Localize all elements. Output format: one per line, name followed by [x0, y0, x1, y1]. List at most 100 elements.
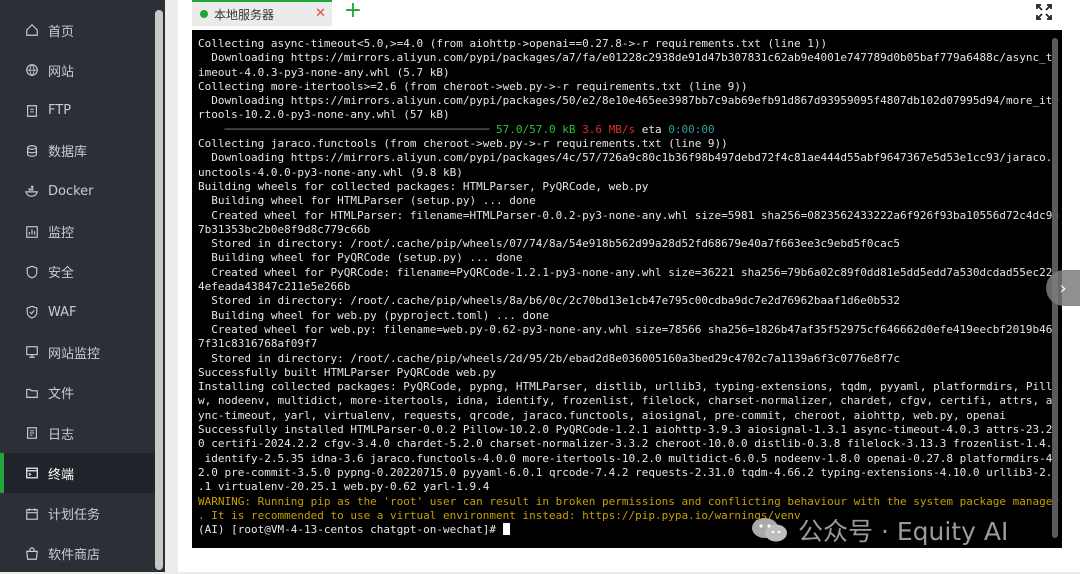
sidebar-item-folder[interactable]: 文件 [0, 373, 155, 413]
output-text: Downloading https://mirrors.aliyun.com/p… [198, 51, 1053, 65]
terminal-line: 7b31353bc2b0e8f9d8c779c66b [198, 223, 1044, 237]
sidebar-item-database[interactable]: 数据库 [0, 131, 155, 171]
output-text: 7f31c8316768af09f7 [198, 337, 318, 351]
terminal-line: Installing collected packages: PyQRCode,… [198, 380, 1059, 394]
sidebar-item-docker[interactable]: Docker [0, 171, 155, 211]
fullscreen-icon[interactable] [1034, 2, 1054, 22]
output-text: Downloading https://mirrors.aliyun.com/p… [198, 151, 1059, 165]
sidebar-item-label: 网站 [48, 64, 75, 80]
shield-icon [24, 264, 40, 280]
progress-size: 57.0/57.0 kB [496, 122, 576, 136]
tab-bar: 本地服务器 ✕ + [192, 0, 1064, 28]
docker-icon [24, 183, 40, 199]
progress-eta-label: eta [641, 122, 662, 136]
terminal-line: 0 certifi-2024.2.2 cfgv-3.4.0 chardet-5.… [198, 437, 1059, 451]
terminal-line: w, nodeenv, multidict, more-itertools, i… [198, 394, 1059, 408]
sidebar-item-label: FTP [48, 103, 72, 119]
terminal-cursor [502, 523, 510, 536]
tab-local-server[interactable]: 本地服务器 ✕ [192, 0, 332, 26]
add-tab-button[interactable]: + [342, 0, 364, 24]
terminal-line: 4efeada43847c211e5e266b [198, 280, 1044, 294]
terminal-line: Downloading https://mirrors.aliyun.com/p… [198, 51, 1052, 65]
terminal-icon [24, 465, 40, 481]
sidebar-scrollbar[interactable] [155, 10, 163, 570]
folder-icon [24, 385, 40, 401]
sidebar-item-log[interactable]: 日志 [0, 413, 155, 453]
shell-prompt: (AI) [root@VM-4-13-centos chatgpt-on-wec… [198, 523, 503, 537]
sidebar-item-label: 日志 [48, 427, 75, 443]
output-text: Created wheel for HTMLParser: filename=H… [198, 208, 1059, 222]
terminal-line: Successfully built HTMLParser PyQRCode w… [198, 366, 1044, 380]
output-text: unctools-4.0.0-py3-none-any.whl (9.8 kB) [198, 165, 463, 179]
terminal-line: Created wheel for web.py: filename=web.p… [198, 323, 1059, 337]
terminal-line: Building wheels for collected packages: … [198, 180, 1044, 194]
output-text: 2.0 pre-commit-3.5.0 pypng-0.20220715.0 … [198, 465, 1059, 479]
terminal-line: Stored in directory: /root/.cache/pip/wh… [198, 237, 1044, 251]
output-text: Building wheel for PyQRCode (setup.py) .… [198, 251, 523, 265]
sidebar-item-waf[interactable]: WAF [0, 292, 155, 332]
terminal-line: 7f31c8316768af09f7 [198, 337, 1044, 351]
terminal-line: ync-timeout, yarl, virtualenv, requests,… [198, 409, 1044, 423]
output-text: 7b31353bc2b0e8f9d8c779c66b [198, 222, 371, 236]
sidebar-item-label: Docker [48, 183, 94, 199]
watermark: 公众号 · Equity AI [750, 508, 1080, 552]
sidebar-item-site-monitor[interactable]: 网站监控 [0, 332, 155, 372]
progress-eta: 0:00:00 [668, 122, 715, 136]
output-text: Successfully installed HTMLParser-0.0.2 … [198, 423, 1059, 437]
terminal-line: Building wheel for PyQRCode (setup.py) .… [198, 251, 1044, 265]
sidebar-item-label: 文件 [48, 387, 75, 403]
output-text: Building wheel for HTMLParser (setup.py)… [198, 194, 536, 208]
terminal-line: Building wheel for web.py (pyproject.tom… [198, 309, 1044, 323]
sidebar-item-ftp[interactable]: FTP [0, 91, 155, 131]
sidebar-item-home[interactable]: 首页 [0, 10, 155, 50]
output-text: identify-2.5.35 idna-3.6 jaraco.functool… [198, 451, 1059, 465]
wechat-icon [752, 518, 787, 542]
database-icon [24, 143, 40, 159]
log-icon [24, 425, 40, 441]
terminal-line: 2.0 pre-commit-3.5.0 pypng-0.20220715.0 … [198, 466, 1059, 480]
sidebar-item-globe[interactable]: 网站 [0, 50, 155, 90]
output-text: Stored in directory: /root/.cache/pip/wh… [198, 237, 900, 251]
status-dot [200, 10, 208, 18]
terminal-output: Collecting async-timeout<5.0,>=4.0 (from… [198, 37, 1059, 537]
sidebar-item-shield[interactable]: 安全 [0, 252, 155, 292]
home-icon [24, 22, 40, 38]
output-text: Stored in directory: /root/.cache/pip/wh… [198, 351, 900, 365]
sidebar-item-store[interactable]: 软件商店 [0, 534, 155, 574]
terminal-line: identify-2.5.35 idna-3.6 jaraco.functool… [198, 452, 1059, 466]
close-icon[interactable]: ✕ [315, 6, 326, 21]
terminal-line: Collecting more-itertools>=2.6 (from che… [198, 80, 1044, 94]
terminal-line: Stored in directory: /root/.cache/pip/wh… [198, 294, 1044, 308]
sidebar-item-label: 数据库 [48, 145, 88, 161]
output-text: imeout-4.0.3-py3-none-any.whl (5.7 kB) [198, 65, 450, 79]
site-monitor-icon [24, 344, 40, 360]
output-text: Installing collected packages: PyQRCode,… [198, 380, 1059, 394]
sidebar-item-calendar[interactable]: 计划任务 [0, 494, 155, 534]
progress-bar: ━━━━━━━━━━━━━━━━━━━━━━━━━━━━━━━━━━━━━━━━ [198, 122, 497, 136]
output-text: Collecting jaraco.functools (from cheroo… [198, 137, 728, 151]
globe-icon [24, 62, 40, 78]
terminal-line: Building wheel for HTMLParser (setup.py)… [198, 194, 1044, 208]
output-text: Stored in directory: /root/.cache/pip/wh… [198, 294, 900, 308]
terminal-window[interactable]: Collecting async-timeout<5.0,>=4.0 (from… [192, 30, 1062, 548]
terminal-line: Downloading https://mirrors.aliyun.com/p… [198, 94, 1059, 108]
terminal-line: Successfully installed HTMLParser-0.0.2 … [198, 423, 1059, 437]
sidebar-item-monitor[interactable]: 监控 [0, 212, 155, 252]
terminal-line: WARNING: Running pip as the 'root' user … [198, 495, 1059, 509]
progress-line: ━━━━━━━━━━━━━━━━━━━━━━━━━━━━━━━━━━━━━━━━… [198, 123, 1044, 137]
terminal-line: Collecting async-timeout<5.0,>=4.0 (from… [198, 37, 1044, 51]
output-text: Collecting async-timeout<5.0,>=4.0 (from… [198, 37, 828, 50]
terminal-line: Stored in directory: /root/.cache/pip/wh… [198, 352, 1044, 366]
tab-label: 本地服务器 [214, 7, 275, 22]
sidebar-item-label: WAF [48, 304, 77, 320]
output-text: Building wheels for collected packages: … [198, 179, 649, 193]
store-icon [24, 546, 40, 562]
calendar-icon [24, 506, 40, 522]
output-text: rtools-10.2.0-py3-none-any.whl (57 kB) [198, 108, 450, 122]
monitor-icon [24, 224, 40, 240]
sidebar-item-terminal[interactable]: 终端 [0, 453, 159, 494]
warning-text: . It is recommended to use a virtual env… [198, 508, 801, 522]
output-text: 4efeada43847c211e5e266b [198, 280, 351, 294]
next-arrow-button[interactable]: › [1046, 270, 1080, 306]
output-text: Downloading https://mirrors.aliyun.com/p… [198, 94, 1059, 108]
